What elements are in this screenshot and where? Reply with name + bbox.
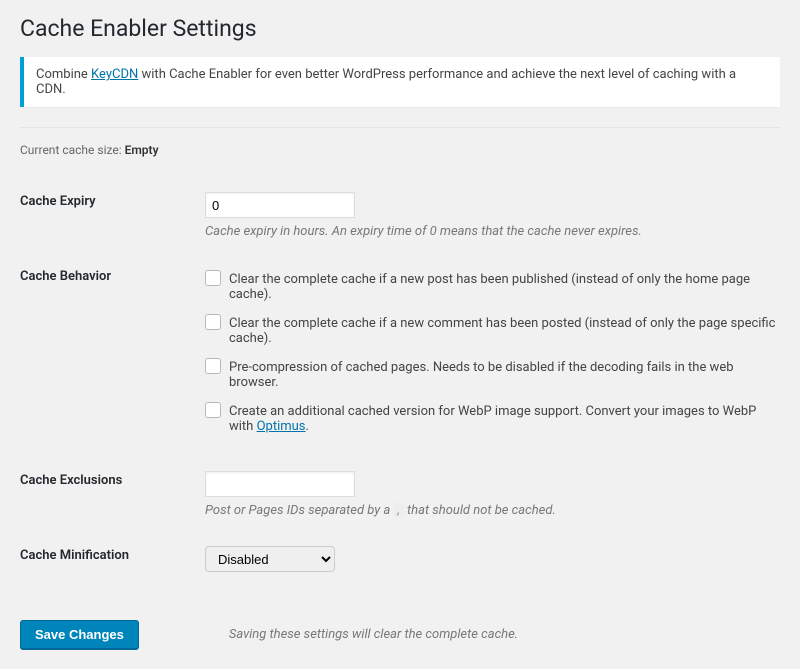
divider xyxy=(20,127,780,128)
exclusions-desc-after: that should not be cached. xyxy=(404,503,556,518)
save-button[interactable]: Save Changes xyxy=(20,620,139,649)
save-note: Saving these settings will clear the com… xyxy=(229,627,518,642)
expiry-input[interactable] xyxy=(205,192,355,218)
behavior-checkbox-2[interactable] xyxy=(205,358,221,374)
exclusions-label: Cache Exclusions xyxy=(20,461,205,536)
exclusions-desc-code: , xyxy=(394,502,404,518)
behavior-checkbox-3[interactable] xyxy=(205,402,221,418)
minification-select[interactable]: Disabled xyxy=(205,546,335,572)
behavior-option-0[interactable]: Clear the complete cache if a new post h… xyxy=(205,267,780,302)
notice-suffix: with Cache Enabler for even better WordP… xyxy=(36,67,736,97)
behavior-label: Cache Behavior xyxy=(20,257,205,461)
expiry-description: Cache expiry in hours. An expiry time of… xyxy=(205,224,780,239)
expiry-label: Cache Expiry xyxy=(20,182,205,257)
behavior-text-2: Pre-compression of cached pages. Needs t… xyxy=(229,360,780,390)
cache-size-value: Empty xyxy=(125,143,159,157)
exclusions-description: Post or Pages IDs separated by a , that … xyxy=(205,503,780,518)
optimus-link[interactable]: Optimus xyxy=(257,419,306,434)
behavior-option-2[interactable]: Pre-compression of cached pages. Needs t… xyxy=(205,355,780,390)
behavior-text-1: Clear the complete cache if a new commen… xyxy=(229,316,780,346)
exclusions-desc-before: Post or Pages IDs separated by a xyxy=(205,503,394,518)
keycdn-link[interactable]: KeyCDN xyxy=(91,67,138,82)
behavior-checkbox-1[interactable] xyxy=(205,314,221,330)
behavior-option-1[interactable]: Clear the complete cache if a new commen… xyxy=(205,311,780,346)
page-title: Cache Enabler Settings xyxy=(20,15,780,42)
exclusions-input[interactable] xyxy=(205,471,355,497)
minification-label: Cache Minification xyxy=(20,536,205,590)
behavior-text-0: Clear the complete cache if a new post h… xyxy=(229,272,780,302)
notice-prefix: Combine xyxy=(36,67,91,82)
behavior-option-3[interactable]: Create an additional cached version for … xyxy=(205,399,780,434)
info-notice: Combine KeyCDN with Cache Enabler for ev… xyxy=(20,57,780,107)
behavior-text-3: Create an additional cached version for … xyxy=(229,404,780,434)
cache-size-label: Current cache size: xyxy=(20,143,125,157)
cache-size-line: Current cache size: Empty xyxy=(20,143,780,157)
behavior-3-after: . xyxy=(306,419,309,434)
behavior-checkbox-0[interactable] xyxy=(205,270,221,286)
